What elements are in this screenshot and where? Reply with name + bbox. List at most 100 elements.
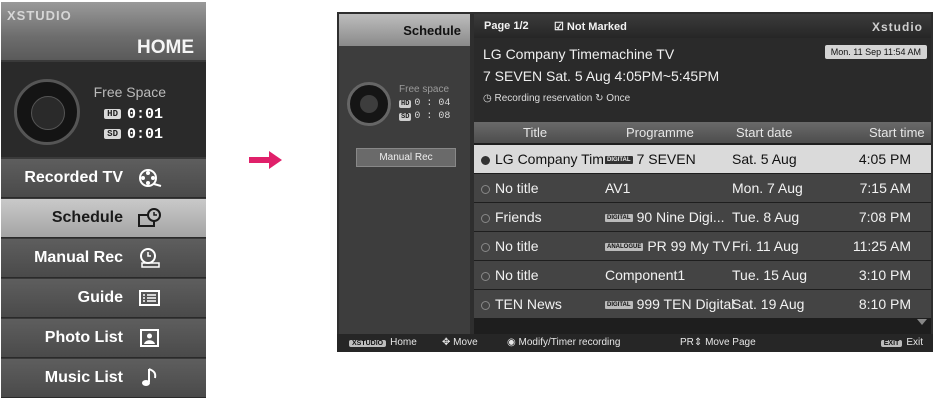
scroll-down-icon[interactable] bbox=[917, 319, 927, 325]
row-title: LG Company Tim... bbox=[481, 151, 616, 167]
schedule-main: Page 1/2 ☑ Not Marked Xstudio LG Company… bbox=[474, 14, 931, 334]
analogue-badge: ANALOGUE bbox=[605, 243, 644, 252]
row-title: No title bbox=[481, 267, 539, 283]
xstudio-logo: XSTUDIO bbox=[7, 8, 72, 23]
footer-exit[interactable]: EXIT Exit bbox=[880, 337, 923, 348]
record-marker-icon bbox=[481, 242, 490, 252]
footer-modify: ◉ Modify/Timer recording bbox=[507, 337, 620, 348]
footer-move-page: PR⇕ Move Page bbox=[680, 337, 756, 348]
row-programme-text: PR 99 My TV bbox=[647, 238, 731, 254]
menu-item-photo-list[interactable]: Photo List bbox=[1, 319, 206, 358]
home-title: HOME bbox=[137, 37, 194, 58]
free-space-label: Free Space bbox=[93, 84, 166, 100]
menu-item-label: Guide bbox=[77, 289, 123, 306]
row-start-time: 8:10 PM bbox=[858, 296, 911, 312]
sd-tag: SD bbox=[104, 129, 121, 140]
home-menu-panel: XSTUDIO HOME Free Space HD 0:01 SD 0:01 Re… bbox=[1, 2, 206, 398]
key-help-footer: XSTUDIO Home ✥ Move ◉ Modify/Timer record… bbox=[337, 334, 933, 352]
xstudio-logo: Xstudio bbox=[872, 20, 923, 34]
row-title-text: LG Company Tim... bbox=[495, 151, 616, 167]
clock-icon: ◷ bbox=[483, 93, 495, 104]
table-row[interactable]: No title ANALOGUE PR 99 My TV Fri. 11 Aug… bbox=[474, 232, 931, 260]
row-start-date: Sat. 5 Aug bbox=[732, 151, 797, 167]
xstudio-key-icon: XSTUDIO bbox=[349, 340, 387, 347]
not-marked-filter[interactable]: ☑ Not Marked bbox=[554, 20, 627, 33]
row-programme: DIGITAL 90 Nine Digi... bbox=[605, 209, 725, 225]
menu-item-music-list[interactable]: Music List bbox=[1, 359, 206, 398]
menu-item-guide[interactable]: Guide bbox=[1, 279, 206, 318]
table-row[interactable]: LG Company Tim... DIGITAL 7 SEVEN Sat. 5 … bbox=[474, 145, 931, 173]
program-info-panel: LG Company Timemachine TV 7 SEVEN Sat. 5… bbox=[474, 38, 931, 122]
disc-hole bbox=[31, 96, 65, 130]
footer-move-label: Move bbox=[453, 337, 478, 348]
row-title-text: Friends bbox=[495, 209, 542, 225]
row-programme: DIGITAL 999 TEN Digital bbox=[605, 296, 734, 312]
schedule-clock-icon bbox=[138, 207, 162, 229]
row-title: Friends bbox=[481, 209, 542, 225]
footer-home-label: Home bbox=[390, 337, 417, 348]
row-programme: AV1 bbox=[605, 180, 630, 196]
record-marker-icon bbox=[481, 155, 490, 165]
footer-home[interactable]: XSTUDIO Home bbox=[349, 337, 417, 348]
manual-rec-button[interactable]: Manual Rec bbox=[356, 148, 456, 167]
menu-item-label: Manual Rec bbox=[34, 249, 123, 266]
footer-exit-label: Exit bbox=[906, 337, 923, 348]
sd-time: 0:01 bbox=[126, 126, 163, 143]
table-row[interactable]: Friends DIGITAL 90 Nine Digi... Tue. 8 Au… bbox=[474, 203, 931, 231]
page-indicator: Page 1/2 bbox=[484, 20, 529, 32]
row-start-time: 7:08 PM bbox=[858, 209, 911, 225]
menu-item-manual-rec[interactable]: Manual Rec bbox=[1, 239, 206, 278]
home-header: XSTUDIO HOME bbox=[1, 2, 206, 60]
table-row[interactable]: No title Component1 Tue. 15 Aug 3:10 PM bbox=[474, 261, 931, 289]
schedule-topbar: Page 1/2 ☑ Not Marked Xstudio bbox=[474, 14, 931, 38]
row-start-time: 11:25 AM bbox=[852, 238, 911, 254]
sidebar-title: Schedule bbox=[403, 23, 461, 38]
record-marker-icon bbox=[481, 213, 490, 223]
row-programme-text: 90 Nine Digi... bbox=[636, 209, 725, 225]
row-programme: ANALOGUE PR 99 My TV bbox=[605, 238, 730, 254]
hd-tag: HD bbox=[399, 100, 412, 108]
checkbox-icon: ☑ bbox=[554, 21, 567, 33]
digital-badge: DIGITAL bbox=[605, 156, 633, 165]
free-space-panel: Free Space HD 0:01 SD 0:01 bbox=[1, 62, 206, 157]
reservation-line: ◷ Recording reservation ↻ Once bbox=[483, 93, 630, 104]
sd-time-row: SD 0 : 08 bbox=[399, 111, 450, 122]
row-start-date: Sat. 19 Aug bbox=[732, 296, 805, 312]
arrow-right-icon bbox=[249, 151, 282, 169]
row-programme: Component1 bbox=[605, 267, 685, 283]
row-start-time: 4:05 PM bbox=[858, 151, 911, 167]
row-start-date: Mon. 7 Aug bbox=[732, 180, 803, 196]
hd-time-row: HD 0 : 04 bbox=[399, 98, 450, 109]
row-programme-text: AV1 bbox=[605, 180, 631, 196]
manual-rec-clock-icon bbox=[138, 247, 162, 269]
footer-modify-label: Modify/Timer recording bbox=[518, 337, 621, 348]
menu-item-schedule[interactable]: Schedule bbox=[1, 199, 206, 238]
menu-item-recorded-tv[interactable]: Recorded TV bbox=[1, 159, 206, 198]
disc-usage-icon bbox=[347, 82, 391, 126]
column-header-start-time: Start time bbox=[869, 125, 925, 140]
sd-tag: SD bbox=[399, 113, 412, 121]
program-title: LG Company Timemachine TV bbox=[483, 46, 675, 62]
table-row[interactable]: No title AV1 Mon. 7 Aug 7:15 AM bbox=[474, 174, 931, 202]
row-programme-text: Component1 bbox=[605, 267, 686, 283]
hd-time: 0:01 bbox=[126, 106, 163, 123]
not-marked-label: Not Marked bbox=[566, 21, 627, 33]
row-title: No title bbox=[481, 180, 539, 196]
schedule-sidebar: Schedule Free space HD 0 : 04 SD 0 : 08 Ma… bbox=[339, 14, 470, 334]
record-marker-icon bbox=[481, 271, 490, 281]
hd-time-row: HD 0:01 bbox=[104, 106, 163, 123]
row-title: TEN News bbox=[481, 296, 562, 312]
pr-key-icon: PR bbox=[680, 337, 694, 348]
row-start-date: Fri. 11 Aug bbox=[732, 238, 799, 254]
table-row[interactable]: TEN News DIGITAL 999 TEN Digital Sat. 19 … bbox=[474, 290, 931, 318]
free-space-label: Free space bbox=[399, 84, 450, 95]
record-marker-icon bbox=[481, 300, 490, 310]
row-title-text: No title bbox=[495, 267, 539, 283]
film-reel-icon bbox=[138, 167, 162, 189]
exit-key-icon: EXIT bbox=[880, 340, 903, 347]
hd-tag: HD bbox=[104, 109, 121, 120]
schedule-table-header: Title Programme Start date Start time bbox=[474, 122, 931, 143]
footer-move: ✥ Move bbox=[442, 337, 478, 348]
program-channel-time: 7 SEVEN Sat. 5 Aug 4:05PM~5:45PM bbox=[483, 68, 720, 84]
row-title: No title bbox=[481, 238, 539, 254]
